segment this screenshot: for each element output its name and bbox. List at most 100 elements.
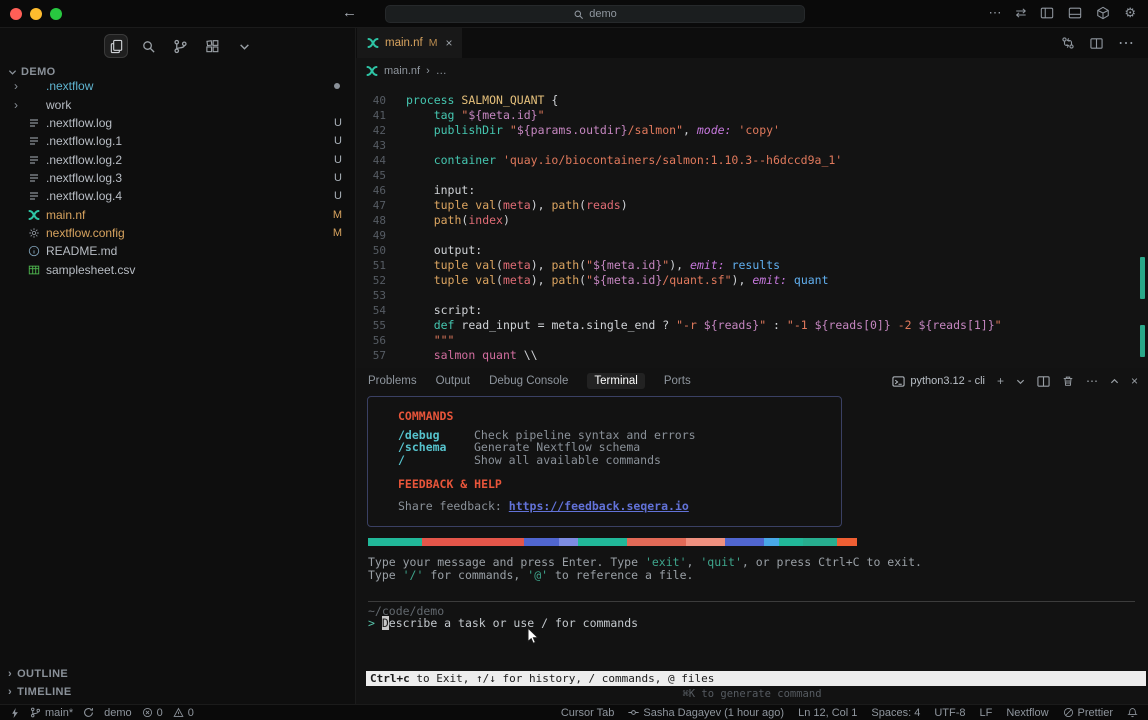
status-item[interactable] <box>1127 707 1138 718</box>
code-line[interactable]: 42 publishDir "${params.outdir}/salmon",… <box>356 123 1148 138</box>
code-line[interactable]: 44 container 'quay.io/biocontainers/salm… <box>356 153 1148 168</box>
file-item[interactable]: samplesheet.csv <box>0 260 356 278</box>
file-item[interactable]: README.md <box>0 242 356 260</box>
close-tab-icon[interactable]: × <box>445 36 452 50</box>
code-line[interactable]: 49 <box>356 228 1148 243</box>
code-line[interactable]: 41 tag "${meta.id}" <box>356 108 1148 123</box>
line-number: 53 <box>356 288 386 303</box>
code-line[interactable]: 40process SALMON_QUANT { <box>356 93 1148 108</box>
panel-tab-output[interactable]: Output <box>436 375 471 387</box>
chevron-up-icon[interactable] <box>1110 377 1119 386</box>
file-item[interactable]: .nextflow.logU <box>0 114 356 132</box>
toggle-panel-icon[interactable] <box>1068 6 1082 20</box>
more-actions-icon[interactable]: ⋯ <box>1118 33 1134 53</box>
chevron-down-icon[interactable] <box>232 34 256 58</box>
gear-icon <box>26 227 42 239</box>
close-panel-icon[interactable]: × <box>1131 374 1138 388</box>
file-item[interactable]: main.nfM <box>0 205 356 223</box>
source-control-icon[interactable] <box>168 34 192 58</box>
status-label: 0 <box>188 707 194 719</box>
code-line[interactable]: 50 output: <box>356 243 1148 258</box>
customize-layout-icon[interactable] <box>1096 6 1110 20</box>
sync-arrows-icon[interactable]: ⇄ <box>1015 5 1026 21</box>
status-item[interactable] <box>83 707 94 718</box>
search-icon <box>573 9 584 20</box>
file-item[interactable]: .nextflow.log.3U <box>0 169 356 187</box>
code-line[interactable]: 47 tuple val(meta), path(reads) <box>356 198 1148 213</box>
status-item-cursor-tab[interactable]: Cursor Tab <box>561 707 615 719</box>
file-item[interactable]: .nextflow.log.4U <box>0 187 356 205</box>
panel-tab-ports[interactable]: Ports <box>664 375 691 387</box>
toggle-sidebar-icon[interactable] <box>1040 6 1054 20</box>
code-text: tuple val(meta), path("${meta.id}"), emi… <box>386 258 780 273</box>
close-window-button[interactable] <box>10 8 22 20</box>
chevron-down-icon[interactable] <box>1016 377 1025 386</box>
status-item-lf[interactable]: LF <box>980 707 993 719</box>
status-item-0[interactable]: 0 <box>142 707 163 719</box>
outline-section[interactable]: › OUTLINE <box>8 668 68 680</box>
status-item-demo[interactable]: demo <box>104 707 132 719</box>
status-item-0[interactable]: 0 <box>173 707 194 719</box>
code-text: def read_input = meta.single_end ? "-r $… <box>386 318 1002 333</box>
breadcrumb[interactable]: main.nf › … <box>356 58 1148 84</box>
code-line[interactable]: 54 script: <box>356 303 1148 318</box>
maximize-window-button[interactable] <box>50 8 62 20</box>
code-line[interactable]: 48 path(index) <box>356 213 1148 228</box>
gradient-segment <box>524 538 558 546</box>
status-item-spaces-4[interactable]: Spaces: 4 <box>871 707 920 719</box>
scrollbar-decoration[interactable] <box>1140 325 1145 357</box>
file-item[interactable]: ›work <box>0 95 356 113</box>
explorer-icon[interactable] <box>104 34 128 58</box>
split-terminal-icon[interactable] <box>1037 375 1050 388</box>
scrollbar-decoration[interactable] <box>1140 257 1145 299</box>
extensions-icon[interactable] <box>200 34 224 58</box>
file-label: main.nf <box>46 208 85 222</box>
status-item-sasha-dagayev-1-hour-ago-[interactable]: Sasha Dagayev (1 hour ago) <box>628 707 784 719</box>
kill-terminal-icon[interactable] <box>1062 375 1074 387</box>
command-row: /Show all available commands <box>398 454 696 466</box>
file-item[interactable]: nextflow.configM <box>0 224 356 242</box>
code-line[interactable]: 43 <box>356 138 1148 153</box>
log-icon <box>26 117 42 129</box>
panel-tab-debug-console[interactable]: Debug Console <box>489 375 568 387</box>
terminal-session[interactable]: python3.12 - cli <box>892 375 985 388</box>
settings-gear-icon[interactable]: ⚙ <box>1124 5 1136 21</box>
status-item-nextflow[interactable]: Nextflow <box>1006 707 1048 719</box>
panel-tab-terminal[interactable]: Terminal <box>587 373 644 389</box>
code-line[interactable]: 45 <box>356 168 1148 183</box>
timeline-section[interactable]: › TIMELINE <box>8 686 72 698</box>
code-line[interactable]: 51 tuple val(meta), path("${meta.id}"), … <box>356 258 1148 273</box>
code-area[interactable]: 40process SALMON_QUANT {41 tag "${meta.i… <box>356 84 1148 368</box>
file-item[interactable]: .nextflow.log.2U <box>0 150 356 168</box>
status-item-ln-12-col-1[interactable]: Ln 12, Col 1 <box>798 707 857 719</box>
file-item[interactable]: ›.nextflow <box>0 77 356 95</box>
file-item[interactable]: .nextflow.log.1U <box>0 132 356 150</box>
open-changes-icon[interactable] <box>1061 36 1075 50</box>
more-actions-icon[interactable]: ⋯ <box>988 5 1001 21</box>
code-line[interactable]: 56 """ <box>356 333 1148 348</box>
code-line[interactable]: 46 input: <box>356 183 1148 198</box>
gradient-segment <box>837 538 857 546</box>
split-editor-icon[interactable] <box>1090 37 1103 50</box>
status-item-prettier[interactable]: Prettier <box>1063 707 1113 719</box>
search-icon[interactable] <box>136 34 160 58</box>
code-line[interactable]: 55 def read_input = meta.single_end ? "-… <box>356 318 1148 333</box>
status-item[interactable] <box>10 707 20 719</box>
commands-title: COMMANDS <box>398 409 453 423</box>
panel-tab-problems[interactable]: Problems <box>368 375 417 387</box>
status-item-utf-8[interactable]: UTF-8 <box>934 707 965 719</box>
command-center-search[interactable]: demo <box>385 5 805 23</box>
more-actions-icon[interactable]: ⋯ <box>1086 374 1098 388</box>
back-button[interactable]: ← <box>342 4 357 21</box>
feedback-link[interactable]: https://feedback.seqera.io <box>509 499 689 513</box>
code-line[interactable]: 57 salmon quant \\ <box>356 348 1148 363</box>
code-line[interactable]: 52 tuple val(meta), path("${meta.id}/qua… <box>356 273 1148 288</box>
tab-main-nf[interactable]: main.nf M × <box>357 28 462 58</box>
file-label: samplesheet.csv <box>46 263 135 277</box>
minimize-window-button[interactable] <box>30 8 42 20</box>
status-item-main-[interactable]: main* <box>30 707 73 719</box>
cli-prompt[interactable]: > Describe a task or use / for commands <box>368 616 638 630</box>
new-terminal-icon[interactable]: + <box>997 374 1004 388</box>
terminal-view[interactable]: COMMANDS /debugCheck pipeline syntax and… <box>356 394 1148 704</box>
code-line[interactable]: 53 <box>356 288 1148 303</box>
